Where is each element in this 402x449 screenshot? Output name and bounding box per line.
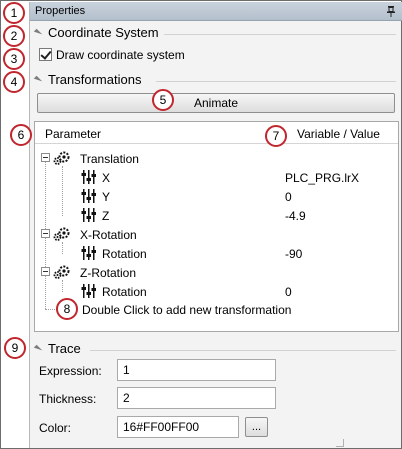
param-value[interactable]: -4.9 <box>285 209 306 223</box>
expression-label: Expression: <box>39 364 102 378</box>
transformation-tree[interactable]: Parameter Variable / Value Translation X… <box>34 121 399 332</box>
expander-translation[interactable] <box>41 153 50 162</box>
section-rule <box>156 81 396 82</box>
callout-marker: 3 <box>3 48 25 70</box>
gear-icon <box>53 227 70 241</box>
expression-input[interactable] <box>117 359 276 381</box>
gear-icon <box>53 265 70 279</box>
transformations-heading: Transformations <box>48 72 142 87</box>
expander-x-rotation[interactable] <box>41 229 50 238</box>
group-label[interactable]: Translation <box>80 152 139 166</box>
add-transformation-hint[interactable]: Double Click to add new transformation <box>82 303 291 317</box>
section-rule <box>90 350 396 351</box>
coordinate-system-header[interactable]: Coordinate System <box>33 25 396 43</box>
param-value[interactable]: -90 <box>285 247 302 261</box>
sliders-icon <box>81 246 96 260</box>
tree-guide-line <box>62 166 63 216</box>
sliders-icon <box>81 189 96 203</box>
sliders-icon <box>81 284 96 298</box>
trace-heading: Trace <box>48 341 81 356</box>
animate-button[interactable]: Animate <box>37 93 395 113</box>
callout-marker: 6 <box>10 124 32 146</box>
collapse-triangle-icon[interactable] <box>33 28 43 38</box>
panel-title: Properties <box>35 5 86 17</box>
tree-guide-line <box>62 280 63 292</box>
column-variable-value[interactable]: Variable / Value <box>297 127 380 141</box>
pin-icon[interactable] <box>386 6 396 17</box>
callout-marker: 1 <box>3 2 25 24</box>
column-parameter[interactable]: Parameter <box>45 127 101 141</box>
transformations-header[interactable]: Transformations <box>33 72 396 90</box>
draw-coordinate-checkbox[interactable] <box>39 48 52 61</box>
param-name[interactable]: Rotation <box>102 247 147 261</box>
tree-guide-line <box>62 242 63 254</box>
group-label[interactable]: X-Rotation <box>80 228 137 242</box>
coordinate-system-heading: Coordinate System <box>48 25 159 40</box>
trace-header[interactable]: Trace <box>33 341 396 359</box>
color-label: Color: <box>39 421 72 435</box>
param-name[interactable]: Rotation <box>102 285 147 299</box>
expander-z-rotation[interactable] <box>41 267 50 276</box>
param-name[interactable]: X <box>102 171 110 185</box>
param-name[interactable]: Z <box>102 209 109 223</box>
callout-marker: 9 <box>4 337 26 359</box>
callout-marker: 7 <box>265 125 287 147</box>
color-input[interactable] <box>117 416 239 438</box>
param-name[interactable]: Y <box>102 190 110 204</box>
param-value[interactable]: PLC_PRG.lrX <box>285 171 359 185</box>
thickness-label: Thickness: <box>39 392 97 406</box>
color-picker-button[interactable]: ... <box>245 417 268 437</box>
collapse-triangle-icon[interactable] <box>33 75 43 85</box>
collapse-triangle-icon[interactable] <box>33 344 43 354</box>
section-rule <box>164 34 396 35</box>
gear-icon <box>53 151 70 165</box>
resize-grip[interactable] <box>336 439 344 447</box>
thickness-input[interactable] <box>117 387 276 409</box>
draw-coordinate-label: Draw coordinate system <box>56 48 185 62</box>
screenshot-frame: Properties Coordinate System Draw coordi… <box>0 0 402 449</box>
callout-marker: 5 <box>152 89 174 111</box>
callout-marker: 2 <box>3 25 25 47</box>
param-value[interactable]: 0 <box>285 190 292 204</box>
param-value[interactable]: 0 <box>285 285 292 299</box>
sliders-icon <box>81 170 96 184</box>
panel-titlebar: Properties <box>30 2 402 21</box>
properties-panel: Properties Coordinate System Draw coordi… <box>29 2 402 448</box>
group-label[interactable]: Z-Rotation <box>80 266 136 280</box>
sliders-icon <box>81 208 96 222</box>
tree-column-header: Parameter Variable / Value <box>35 122 398 144</box>
callout-marker: 4 <box>3 71 25 93</box>
callout-marker: 8 <box>56 298 78 320</box>
